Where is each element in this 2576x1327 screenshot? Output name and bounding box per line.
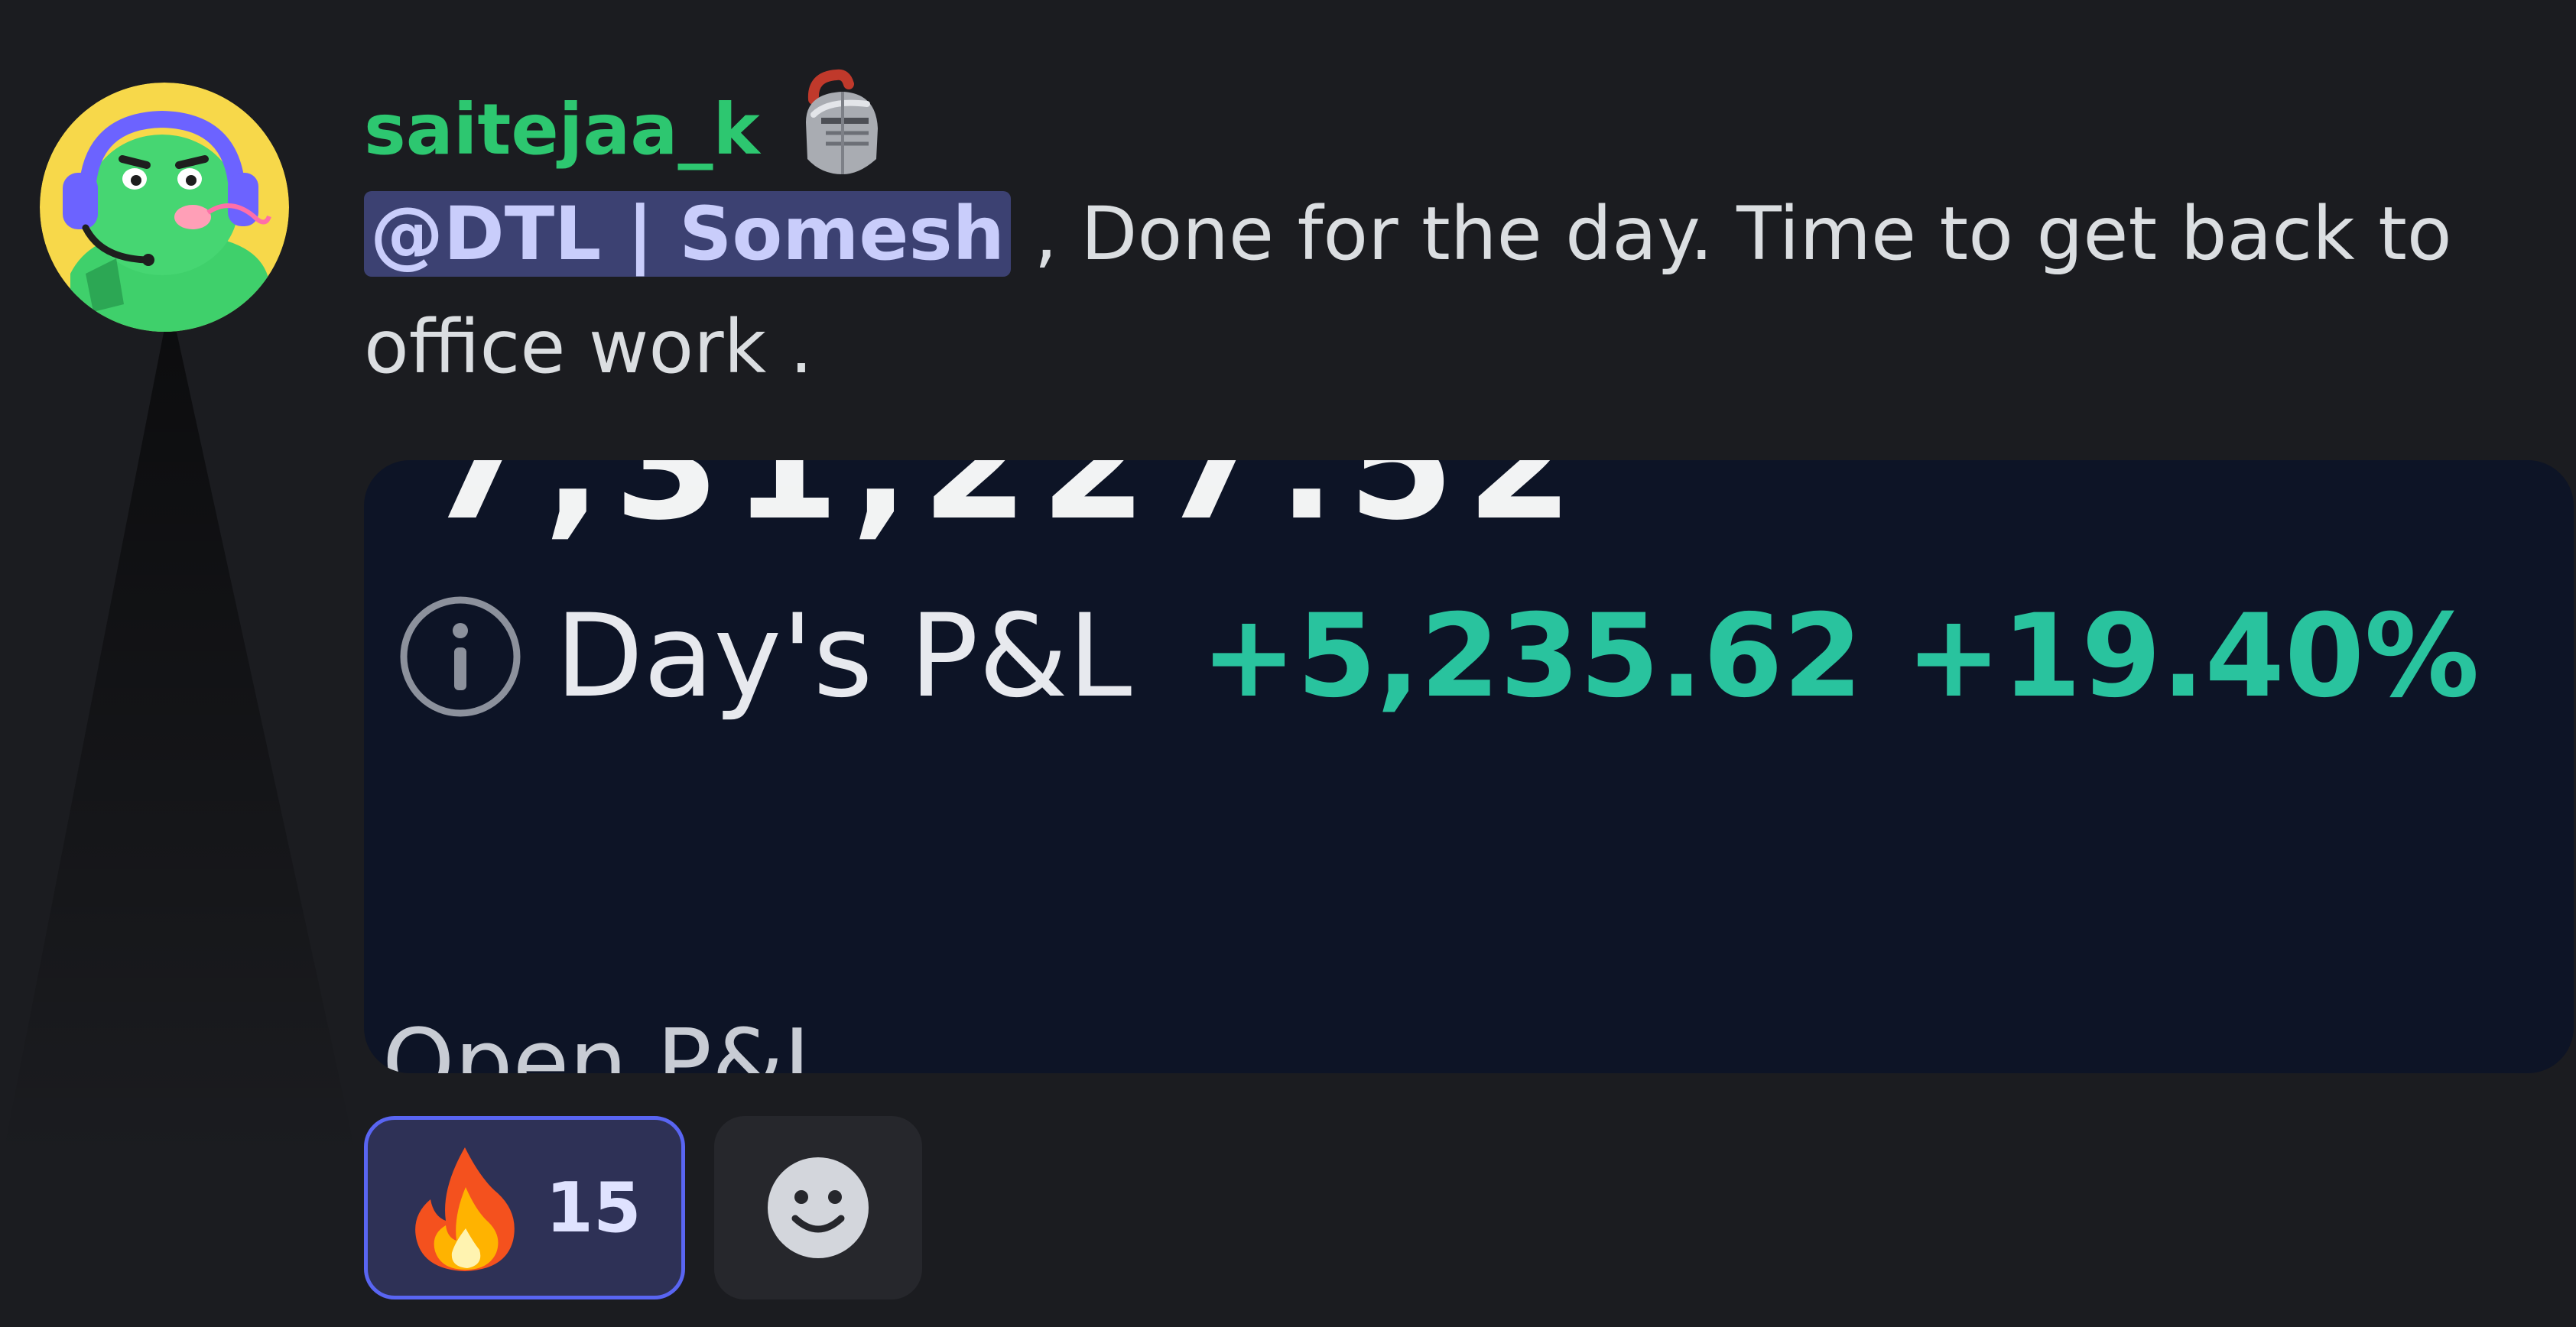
- cropped-portfolio-value: 7,31,227.52: [425, 460, 1586, 554]
- open-pnl-label: Open P&L: [382, 1011, 835, 1073]
- pnl-label: Day's P&L: [555, 590, 1132, 723]
- message-header: saitejaa_k: [364, 69, 898, 183]
- thread-shadow: [0, 329, 359, 1170]
- smiley-icon: [768, 1157, 869, 1258]
- message-container: saitejaa_k @DTL | Somesh , Done for the …: [0, 0, 2576, 1327]
- user-mention[interactable]: @DTL | Somesh: [364, 191, 1011, 277]
- reactions-bar: 15: [364, 1116, 922, 1299]
- info-icon: [400, 596, 521, 717]
- image-attachment[interactable]: 7,31,227.52 Day's P&L +5,235.62 +19.40% …: [364, 460, 2574, 1073]
- pnl-percent: +19.40%: [1905, 590, 2480, 723]
- add-reaction-button[interactable]: [714, 1116, 922, 1299]
- reaction-fire[interactable]: 15: [364, 1116, 685, 1299]
- user-avatar[interactable]: [40, 83, 289, 332]
- username[interactable]: saitejaa_k: [364, 95, 760, 165]
- reaction-count: 15: [545, 1167, 642, 1248]
- message-content: @DTL | Somesh , Done for the day. Time t…: [364, 177, 2505, 404]
- pnl-value: +5,235.62: [1200, 590, 1863, 723]
- knight-helmet-icon: [805, 69, 878, 174]
- avatar-character-icon: [40, 83, 289, 332]
- days-pnl-row: Day's P&L +5,235.62 +19.40%: [396, 590, 2480, 723]
- fire-icon: [415, 1147, 515, 1271]
